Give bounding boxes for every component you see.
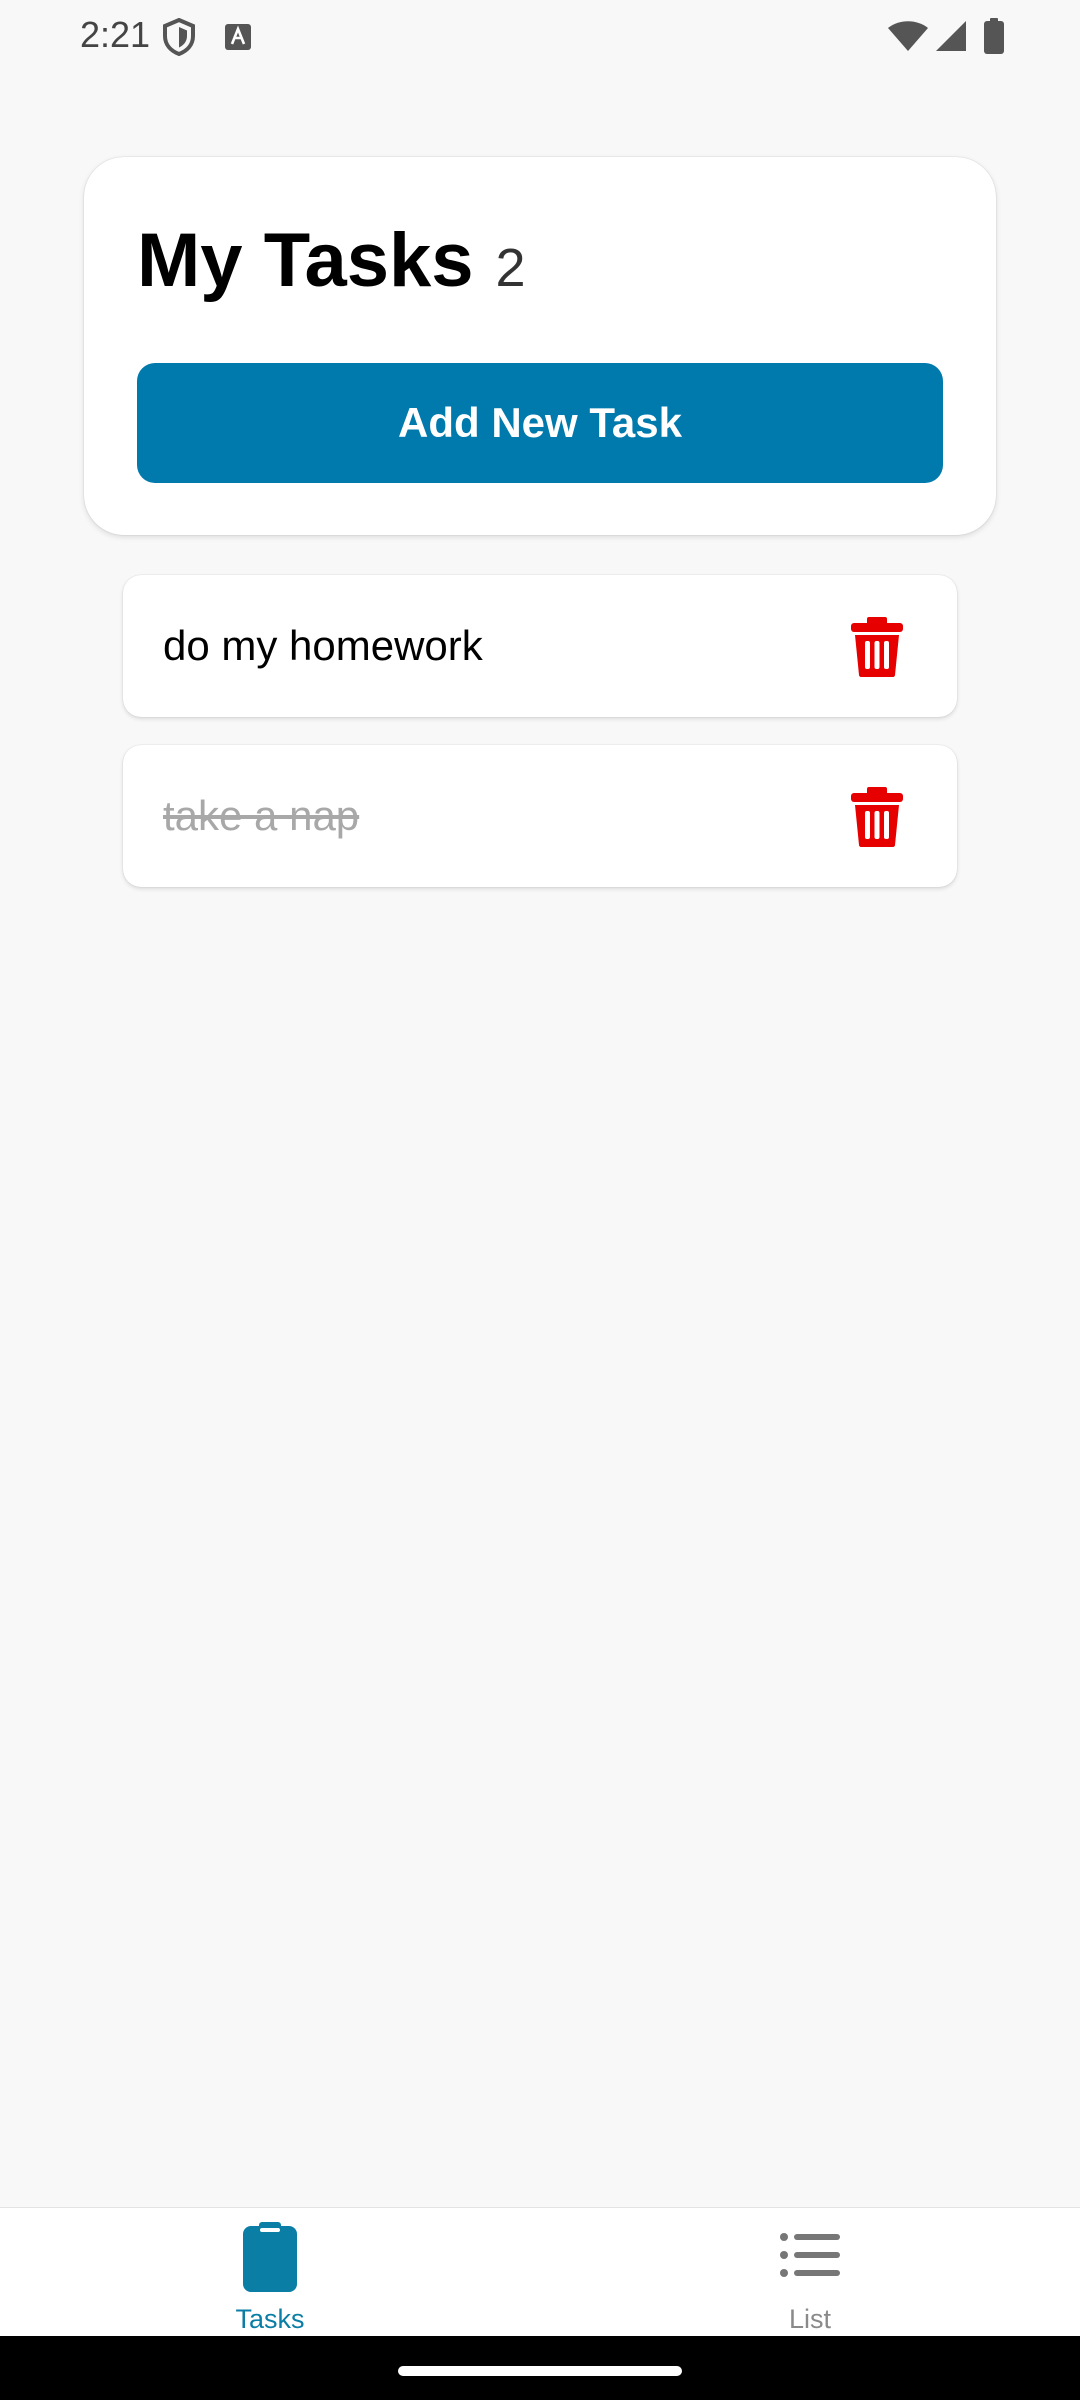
title-row: My Tasks 2 — [137, 217, 526, 304]
clipboard-icon — [243, 2222, 297, 2292]
signal-icon — [936, 21, 966, 51]
keyboard-a-icon — [225, 24, 251, 50]
status-time: 2:21 — [80, 14, 151, 55]
header-card: My Tasks 2 Add New Task — [84, 157, 996, 535]
task-count-badge: 2 — [495, 238, 526, 298]
task-item[interactable]: do my homework — [123, 575, 957, 717]
bottom-navigation: Tasks List — [0, 2207, 1080, 2337]
battery-icon — [984, 18, 1004, 54]
tab-list[interactable]: List — [540, 2208, 1080, 2337]
trash-icon[interactable] — [849, 617, 905, 677]
list-icon — [780, 2233, 840, 2277]
task-text-completed[interactable]: take a nap — [163, 792, 359, 840]
shield-icon — [163, 18, 195, 56]
home-gesture-handle[interactable] — [398, 2366, 682, 2376]
wifi-icon — [888, 21, 928, 51]
tab-tasks-label: Tasks — [235, 2304, 305, 2334]
trash-icon[interactable] — [849, 787, 905, 847]
task-item[interactable]: take a nap — [123, 745, 957, 887]
system-gesture-area — [0, 2336, 1080, 2400]
add-new-task-button[interactable]: Add New Task — [137, 363, 943, 483]
tab-tasks[interactable]: Tasks — [0, 2208, 540, 2337]
status-bar: 2:21 — [0, 0, 1080, 72]
task-text[interactable]: do my homework — [163, 622, 483, 670]
page-title: My Tasks — [137, 218, 474, 303]
tab-list-label: List — [788, 2304, 832, 2334]
